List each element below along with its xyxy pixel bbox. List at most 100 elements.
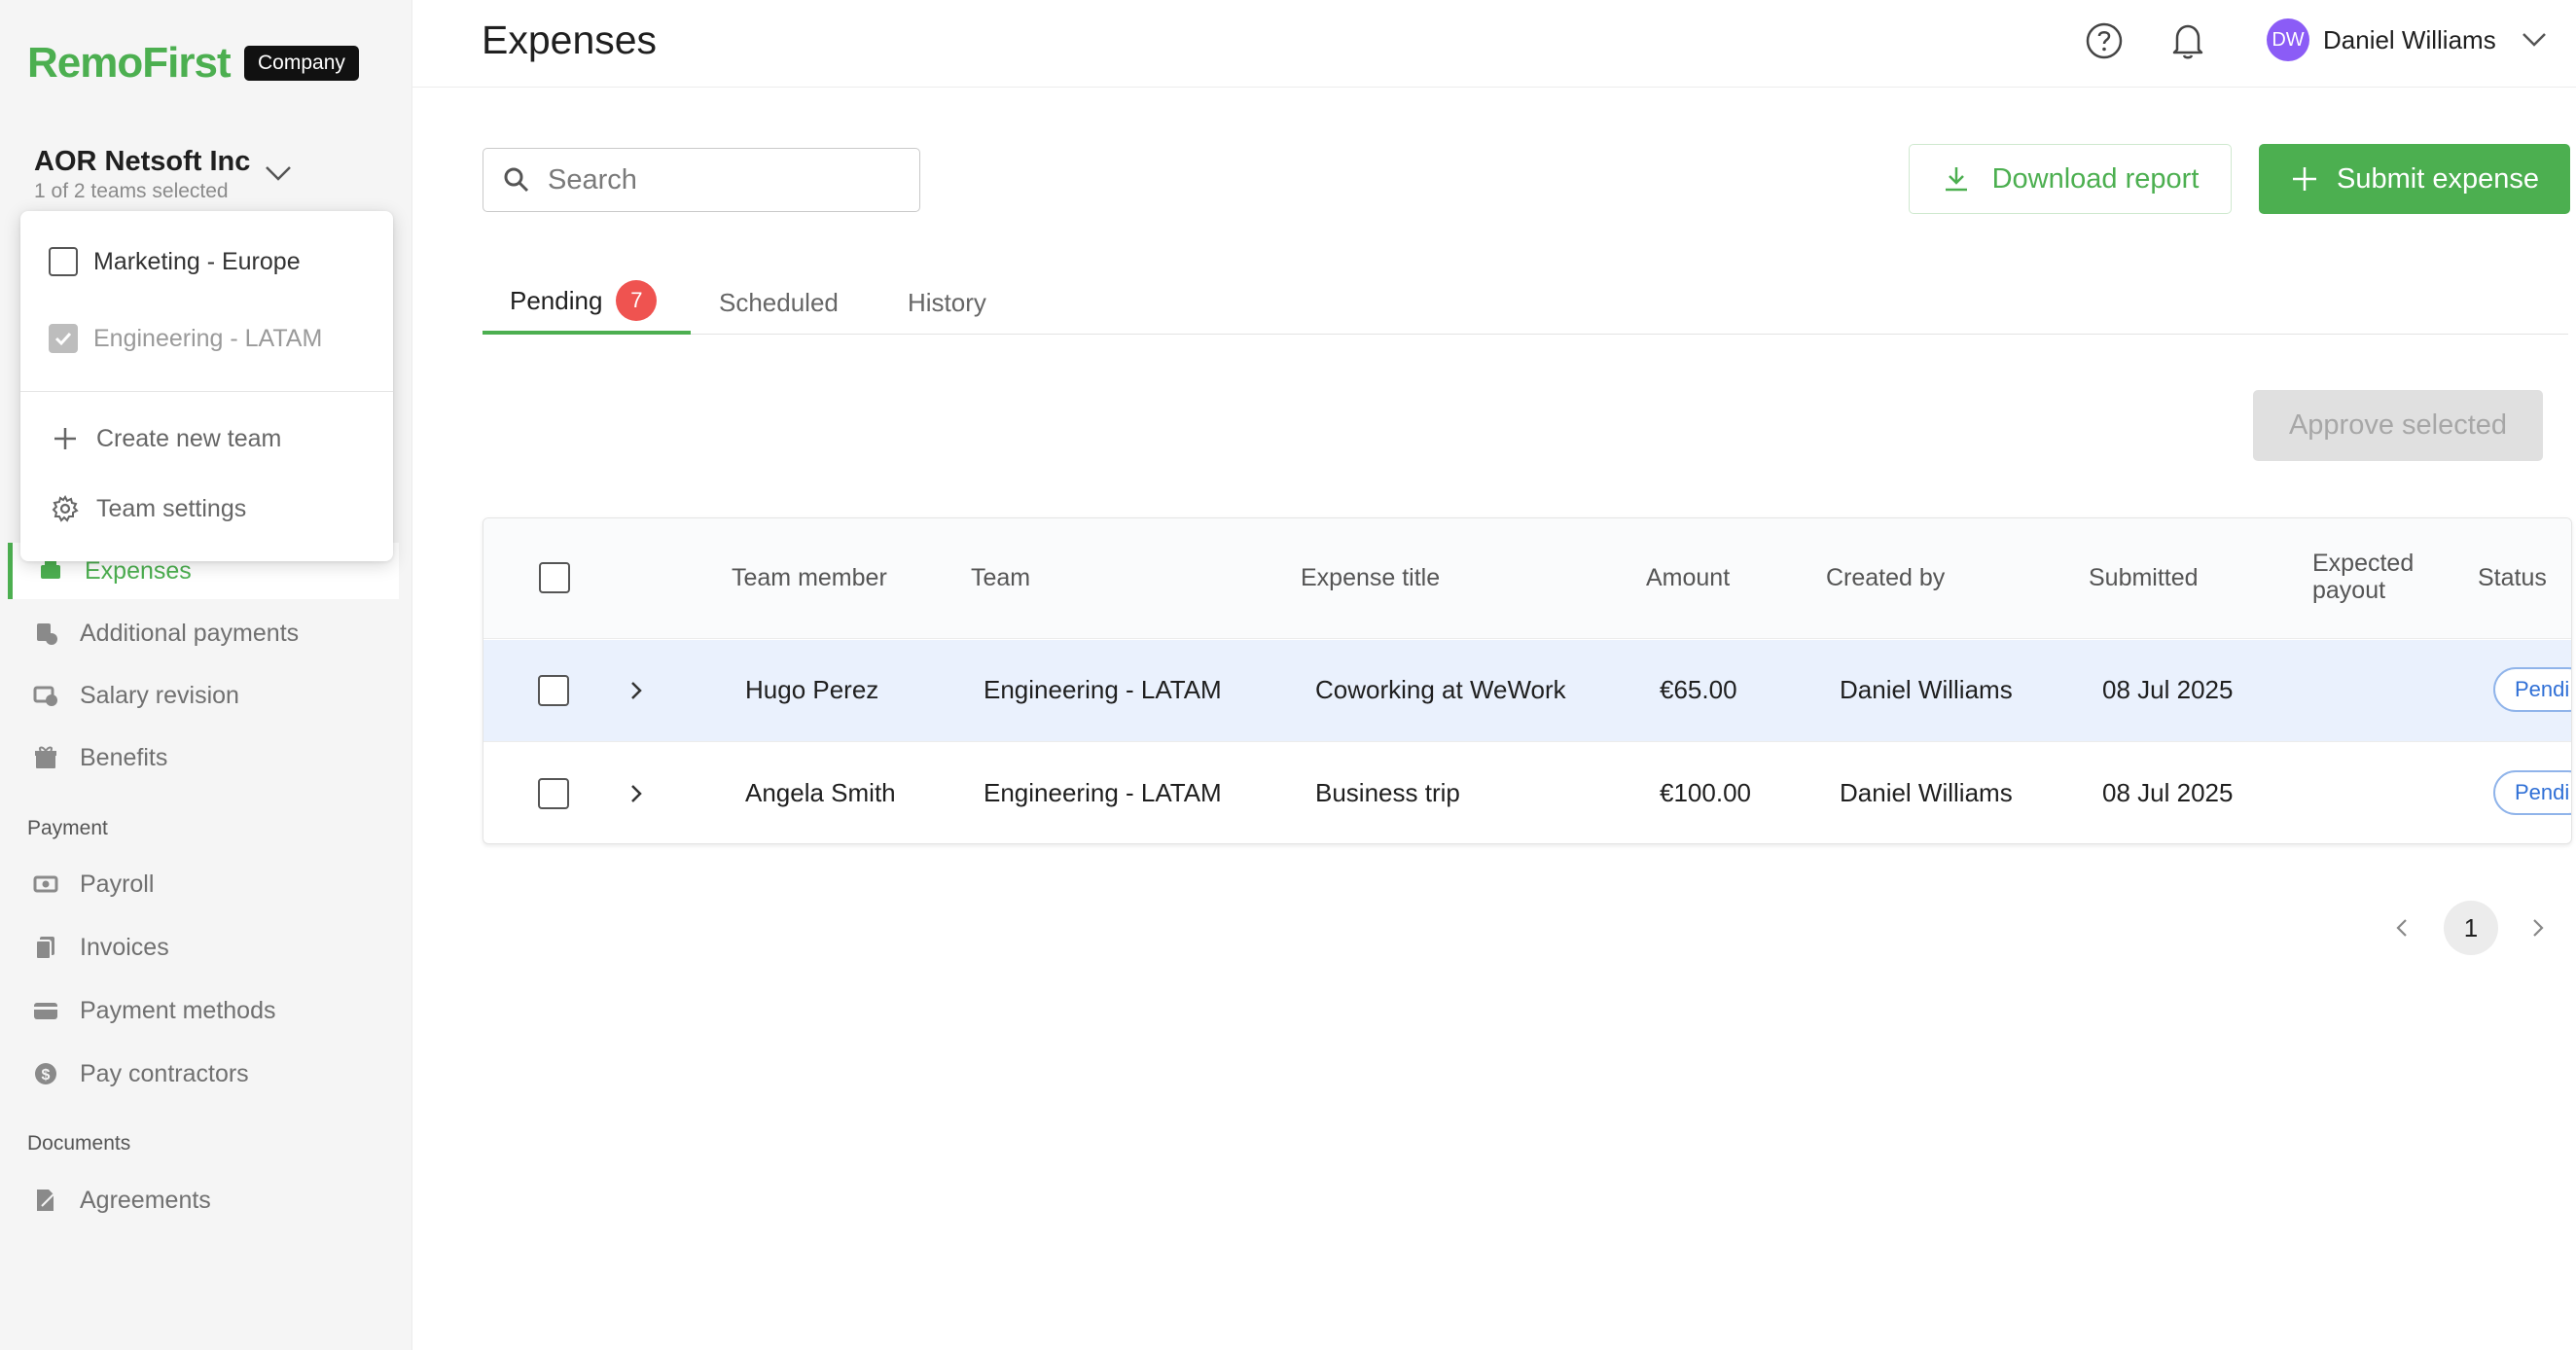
- sidebar-item-salary-revision[interactable]: Salary revision: [8, 667, 399, 724]
- sidebar-item-label: Benefits: [80, 743, 168, 771]
- pending-count-badge: 7: [616, 280, 658, 321]
- sidebar-item-label: Invoices: [80, 933, 169, 961]
- column-header[interactable]: Created by: [1826, 564, 1945, 592]
- expense-tabs: Pending 7 Scheduled History: [483, 270, 2568, 335]
- cell-team: Engineering - LATAM: [984, 778, 1222, 807]
- sidebar-item-invoices[interactable]: Invoices: [8, 919, 399, 976]
- column-header[interactable]: Status: [2478, 564, 2547, 592]
- table-header: Team member Team Expense title Amount Cr…: [483, 518, 2571, 639]
- user-name[interactable]: Daniel Williams: [2323, 25, 2496, 55]
- remofirst-logo[interactable]: RemoFirst: [27, 39, 232, 88]
- top-header: Expenses DW Daniel Williams: [412, 0, 2576, 88]
- search-field[interactable]: [483, 148, 920, 212]
- cell-expense-title: Coworking at WeWork: [1315, 675, 1566, 704]
- chevron-right-icon[interactable]: [626, 678, 647, 703]
- cell-amount: €65.00: [1660, 675, 1737, 704]
- bell-icon[interactable]: [2168, 19, 2207, 60]
- status-badge: Pendi: [2493, 770, 2571, 815]
- chevron-right-icon[interactable]: [626, 781, 647, 806]
- avatar[interactable]: DW: [2267, 18, 2309, 61]
- team-option-label: Engineering - LATAM: [93, 324, 323, 352]
- tab-label: Pending: [510, 285, 603, 315]
- org-selector[interactable]: AOR Netsoft Inc 1 of 2 teams selected: [34, 146, 250, 203]
- team-option-marketing-europe[interactable]: Marketing - Europe: [49, 247, 301, 276]
- chevron-right-icon[interactable]: [2525, 915, 2549, 941]
- sidebar-item-label: Pay contractors: [80, 1059, 249, 1087]
- expenses-table: Team member Team Expense title Amount Cr…: [483, 517, 2572, 844]
- download-icon: [1945, 167, 1967, 192]
- cell-submitted: 08 Jul 2025: [2102, 778, 2234, 807]
- column-header[interactable]: Expected payout: [2312, 550, 2439, 604]
- credit-card-icon: [31, 996, 60, 1025]
- agreement-icon: [31, 1186, 60, 1215]
- page-number-button[interactable]: 1: [2444, 901, 2498, 955]
- team-settings-label: Team settings: [96, 494, 247, 522]
- gift-icon: [31, 743, 60, 772]
- status-badge: Pendi: [2493, 667, 2571, 712]
- sidebar: RemoFirst Company AOR Netsoft Inc 1 of 2…: [0, 0, 412, 1350]
- tab-scheduled[interactable]: Scheduled: [719, 270, 839, 335]
- help-icon[interactable]: [2085, 21, 2124, 60]
- sidebar-item-payment-methods[interactable]: Payment methods: [8, 982, 399, 1039]
- gear-icon: [50, 493, 81, 524]
- plus-icon: [2293, 167, 2317, 191]
- team-option-label: Marketing - Europe: [93, 247, 301, 275]
- select-all-checkbox[interactable]: [539, 562, 570, 593]
- cell-team-member: Hugo Perez: [745, 675, 879, 704]
- svg-text:$: $: [42, 1067, 51, 1084]
- page-title: Expenses: [482, 18, 658, 62]
- chevron-left-icon[interactable]: [2391, 915, 2415, 941]
- chevron-down-icon[interactable]: [2520, 29, 2549, 51]
- sidebar-item-additional-payments[interactable]: Additional payments: [8, 605, 399, 661]
- column-header[interactable]: Submitted: [2089, 564, 2199, 592]
- team-option-engineering-latam: Engineering - LATAM: [49, 324, 322, 353]
- dollar-icon: $: [31, 1059, 60, 1088]
- team-checkbox[interactable]: [49, 247, 78, 276]
- plus-icon: [50, 423, 81, 454]
- column-header[interactable]: Team: [971, 564, 1030, 592]
- search-input[interactable]: [548, 163, 898, 196]
- cell-team: Engineering - LATAM: [984, 675, 1222, 704]
- row-checkbox[interactable]: [538, 675, 569, 706]
- payroll-icon: [31, 870, 60, 899]
- create-new-team-label: Create new team: [96, 424, 282, 452]
- create-new-team-button[interactable]: Create new team: [50, 423, 281, 454]
- sidebar-item-agreements[interactable]: Agreements: [8, 1172, 399, 1228]
- dropdown-divider: [20, 391, 393, 392]
- cell-created-by: Daniel Williams: [1840, 675, 2013, 704]
- column-header[interactable]: Team member: [732, 564, 887, 592]
- nav-section-documents: Documents: [27, 1132, 131, 1155]
- column-header[interactable]: Expense title: [1301, 564, 1440, 592]
- sidebar-item-label: Salary revision: [80, 681, 239, 709]
- row-checkbox[interactable]: [538, 778, 569, 809]
- approve-selected-button[interactable]: Approve selected: [2253, 390, 2543, 461]
- nav-section-payment: Payment: [27, 817, 108, 839]
- tab-history[interactable]: History: [908, 270, 986, 335]
- sidebar-item-label: Agreements: [80, 1186, 211, 1214]
- salary-revision-icon: [31, 681, 60, 710]
- tab-label: History: [908, 287, 986, 317]
- submit-expense-button[interactable]: Submit expense: [2259, 144, 2570, 214]
- org-teams-selected: 1 of 2 teams selected: [34, 180, 229, 202]
- sidebar-item-benefits[interactable]: Benefits: [8, 729, 399, 786]
- submit-expense-label: Submit expense: [2337, 162, 2539, 195]
- cell-team-member: Angela Smith: [745, 778, 896, 807]
- sidebar-item-payroll[interactable]: Payroll: [8, 856, 399, 912]
- cell-expense-title: Business trip: [1315, 778, 1460, 807]
- column-header[interactable]: Amount: [1646, 564, 1730, 592]
- tab-pending[interactable]: Pending 7: [483, 270, 691, 335]
- sidebar-item-label: Payroll: [80, 870, 155, 898]
- cell-created-by: Daniel Williams: [1840, 778, 2013, 807]
- sidebar-item-label: Additional payments: [80, 619, 300, 647]
- sidebar-item-label: Payment methods: [80, 996, 276, 1024]
- table-row[interactable]: Hugo Perez Engineering - LATAM Coworking…: [483, 640, 2571, 742]
- download-report-label: Download report: [1991, 162, 2200, 195]
- cell-submitted: 08 Jul 2025: [2102, 675, 2234, 704]
- chevron-down-icon[interactable]: [261, 161, 296, 185]
- download-report-button[interactable]: Download report: [1909, 144, 2232, 214]
- tab-label: Scheduled: [719, 287, 839, 317]
- table-row[interactable]: Angela Smith Engineering - LATAM Busines…: [483, 743, 2571, 843]
- team-settings-button[interactable]: Team settings: [50, 493, 246, 524]
- sidebar-item-pay-contractors[interactable]: $ Pay contractors: [8, 1046, 399, 1102]
- additional-payments-icon: [31, 619, 60, 648]
